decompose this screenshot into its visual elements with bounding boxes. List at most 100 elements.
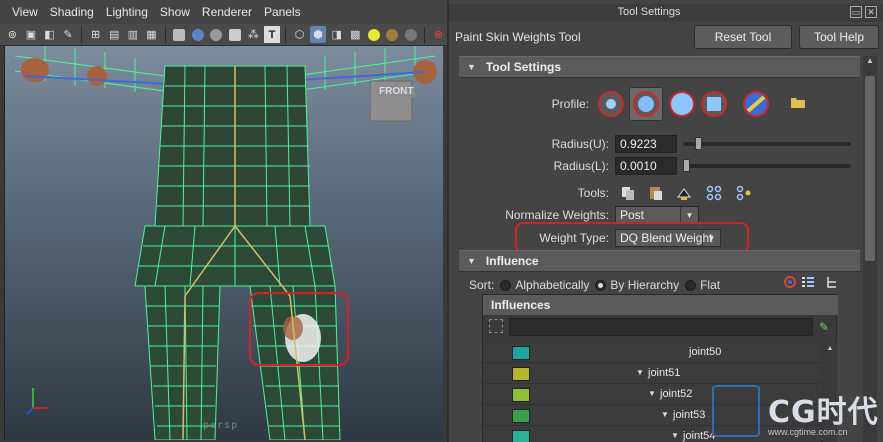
radius-u-slider-track[interactable]	[683, 142, 851, 146]
texture-icon[interactable]	[226, 26, 243, 43]
profile-solid-button[interactable]	[667, 89, 697, 119]
influence-filter-field[interactable]	[509, 318, 813, 336]
viewport-menu-bar: View Shading Lighting Show Renderer Pane…	[0, 0, 447, 24]
tool-name-label: Paint Skin Weights Tool	[455, 30, 581, 44]
expand-triangle-icon[interactable]: ▼	[671, 431, 679, 440]
section-title: Influence	[485, 254, 539, 268]
profile-gaussian-button[interactable]	[596, 89, 626, 119]
sort-alpha-radio[interactable]	[500, 279, 512, 291]
scroll-thumb[interactable]	[865, 76, 875, 261]
menu-shading[interactable]: Shading	[50, 5, 94, 19]
radius-u-field[interactable]: 0.9223	[615, 135, 677, 153]
grid-icon[interactable]: ⊞	[87, 26, 104, 43]
gate-mask-icon[interactable]: ▦	[143, 26, 160, 43]
show-influences-icon[interactable]	[735, 184, 753, 202]
ambient-occlusion-icon[interactable]	[403, 26, 420, 43]
camera-select-icon[interactable]: ⊚	[4, 26, 21, 43]
smooth-shade-icon[interactable]	[189, 26, 206, 43]
influence-section-header[interactable]: ▼ Influence	[459, 250, 860, 272]
normalize-weights-label: Normalize Weights:	[505, 208, 609, 222]
influences-list-header: Influences	[483, 295, 838, 315]
toolbar-separator	[424, 26, 426, 43]
filter-pin-icon[interactable]: ✎	[819, 320, 833, 334]
sort-hierarchy-radio[interactable]	[595, 279, 607, 291]
refresh-influences-icon[interactable]	[783, 275, 797, 289]
camera-attr-icon[interactable]: ✎	[60, 26, 77, 43]
influence-color-swatch[interactable]	[512, 409, 530, 423]
scroll-up-icon[interactable]: ▲	[863, 56, 877, 68]
sort-flat-label[interactable]: Flat	[700, 278, 720, 292]
viewport-panel[interactable]: View Shading Lighting Show Renderer Pane…	[0, 0, 447, 442]
influence-color-swatch[interactable]	[512, 346, 530, 360]
wireframe-on-shaded-icon[interactable]	[208, 26, 225, 43]
sort-alpha-label[interactable]: Alphabetically	[515, 278, 589, 292]
list-view-icon[interactable]	[801, 275, 815, 289]
text-icon[interactable]: T	[263, 26, 281, 43]
influence-name: joint51	[648, 367, 681, 379]
checker-icon[interactable]: ▩	[347, 26, 364, 43]
film-gate-icon[interactable]: ▤	[106, 26, 123, 43]
viewport-canvas[interactable]: FRONT persp	[4, 46, 443, 440]
reset-tool-button[interactable]: Reset Tool	[694, 25, 792, 49]
hud-icon[interactable]: ⊗	[430, 26, 447, 43]
hierarchy-view-icon[interactable]	[825, 275, 839, 289]
copy-weights-icon[interactable]	[619, 184, 637, 202]
toolbar-separator	[164, 26, 166, 43]
radius-l-slider-track[interactable]	[683, 164, 851, 168]
watermark-logo	[712, 385, 760, 437]
tool-settings-panel: Tool Settings ▭ ✕ Paint Skin Weights Too…	[447, 0, 883, 442]
annotation-box-knee	[249, 292, 349, 366]
lights-icon[interactable]: ⁂	[245, 26, 262, 43]
move-weights-icon[interactable]	[705, 184, 723, 202]
xray-joints-icon[interactable]: ◨	[328, 26, 345, 43]
expand-triangle-icon[interactable]: ▼	[648, 389, 656, 398]
watermark-text: CG时代	[768, 395, 879, 430]
menu-panels[interactable]: Panels	[264, 5, 301, 19]
xray-icon[interactable]: ⬢	[309, 26, 327, 43]
folder-icon[interactable]	[787, 91, 809, 113]
influence-color-swatch[interactable]	[512, 388, 530, 402]
scroll-up-icon[interactable]: ▲	[824, 345, 836, 355]
isolate-icon[interactable]: ⬡	[291, 26, 308, 43]
menu-show[interactable]: Show	[160, 5, 190, 19]
normalize-weights-value: Post	[620, 208, 645, 222]
menu-view[interactable]: View	[12, 5, 38, 19]
expand-triangle-icon[interactable]: ▼	[661, 410, 669, 419]
radius-l-field[interactable]: 0.0010	[615, 157, 677, 175]
influence-color-swatch[interactable]	[512, 367, 530, 381]
camera-label: persp	[203, 420, 239, 431]
camera-lock-icon[interactable]: ▣	[23, 26, 40, 43]
menu-lighting[interactable]: Lighting	[106, 5, 148, 19]
filter-select-icon[interactable]	[489, 319, 503, 333]
light-bulb-icon[interactable]	[366, 26, 383, 43]
profile-square-button[interactable]	[699, 89, 729, 119]
influence-name: joint53	[673, 409, 706, 421]
expand-triangle-icon[interactable]: ▼	[636, 368, 644, 377]
list-item[interactable]: ▼ joint51	[483, 364, 821, 384]
sort-hierarchy-label[interactable]: By Hierarchy	[610, 278, 679, 292]
profile-custom-brush-button[interactable]	[741, 89, 771, 119]
bookmark-icon[interactable]: ◧	[41, 26, 58, 43]
panel-float-icon[interactable]: ▭	[850, 6, 862, 18]
influence-name: joint52	[660, 388, 693, 400]
paste-weights-icon[interactable]	[647, 184, 665, 202]
sort-label: Sort:	[469, 278, 495, 292]
list-item[interactable]: joint50	[483, 343, 821, 363]
wireframe-icon[interactable]	[171, 26, 188, 43]
panel-titlebar: Tool Settings ▭ ✕	[449, 4, 883, 22]
tool-help-button[interactable]: Tool Help	[799, 25, 879, 49]
shadow-icon[interactable]	[384, 26, 401, 43]
sort-flat-radio[interactable]	[685, 279, 697, 291]
resolution-gate-icon[interactable]: ▥	[125, 26, 142, 43]
influence-color-swatch[interactable]	[512, 430, 530, 442]
profile-soft-button[interactable]	[629, 87, 663, 121]
radius-u-slider-handle[interactable]	[694, 137, 702, 150]
view-cube-label[interactable]: FRONT	[377, 86, 416, 97]
panel-title: Tool Settings	[617, 6, 681, 18]
weight-hammer-icon[interactable]	[675, 184, 693, 202]
radius-l-slider-handle[interactable]	[683, 159, 690, 172]
panel-close-icon[interactable]: ✕	[865, 6, 877, 18]
tool-settings-section-header[interactable]: ▼ Tool Settings	[459, 56, 860, 78]
influence-name: joint50	[689, 346, 722, 358]
menu-renderer[interactable]: Renderer	[202, 5, 252, 19]
